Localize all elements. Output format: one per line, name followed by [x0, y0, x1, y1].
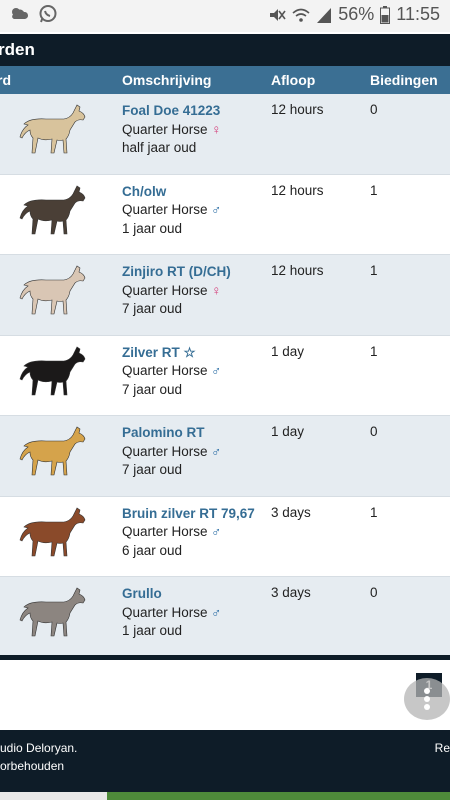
horse-breed: Quarter Horse [122, 202, 208, 217]
auction-table: Foal Doe 41223 Quarter Horse ♀ half jaar… [0, 94, 450, 658]
bid-count: 1 [370, 263, 378, 278]
whatsapp-icon [38, 4, 58, 24]
bid-count: 0 [370, 102, 378, 117]
bottom-image-strip [0, 792, 450, 800]
table-footer-bar [0, 655, 450, 660]
table-row[interactable]: Bruin zilver RT 79,67 Quarter Horse ♂ 6 … [0, 496, 450, 577]
bid-count: 1 [370, 343, 378, 359]
bid-count: 0 [370, 424, 378, 439]
footer-rights: orbehouden [0, 759, 65, 773]
horse-name-link[interactable]: Palomino RT [122, 424, 221, 443]
footer-right-text: Re [434, 741, 450, 755]
horse-name-link[interactable]: Ch/olw [122, 183, 221, 202]
horse-age: 6 jaar oud [122, 542, 183, 558]
male-icon: ♂ [211, 363, 222, 378]
header-horse[interactable]: rd [0, 72, 11, 88]
expiry-time: 1 day [271, 424, 305, 439]
horse-name-link[interactable]: Zinjiro RT (D/CH) [122, 263, 231, 282]
expiry-time: 12 hours [271, 263, 324, 278]
expiry-time: 1 day [271, 343, 305, 359]
mute-icon [268, 6, 286, 24]
horse-thumbnail[interactable] [6, 263, 90, 327]
expiry-time: 12 hours [271, 102, 324, 117]
header-bids[interactable]: Biedingen [370, 72, 438, 88]
horse-name-link[interactable]: Zilver RT ☆ [122, 344, 221, 363]
table-row[interactable]: Palomino RT Quarter Horse ♂ 7 jaar oud 1… [0, 416, 450, 497]
horse-thumbnail[interactable] [6, 183, 90, 247]
horse-thumbnail[interactable] [6, 505, 90, 569]
page-title: rden [0, 40, 35, 59]
horse-age: 7 jaar oud [122, 381, 183, 397]
wifi-icon [292, 6, 310, 24]
battery-icon [380, 5, 391, 24]
horse-breed: Quarter Horse [122, 282, 208, 298]
horse-name-link[interactable]: Bruin zilver RT 79,67 [122, 505, 255, 524]
horse-age: 1 jaar oud [122, 220, 183, 236]
table-row[interactable]: Ch/olw Quarter Horse ♂ 1 jaar oud 12 hou… [0, 174, 450, 255]
male-icon: ♂ [211, 604, 222, 620]
table-row[interactable]: Zinjiro RT (D/CH) Quarter Horse ♀ 7 jaar… [0, 255, 450, 336]
male-icon: ♂ [211, 524, 222, 539]
page-footer: udio Deloryan. orbehouden Re [0, 730, 450, 792]
horse-thumbnail[interactable] [6, 344, 90, 408]
more-options-icon[interactable] [404, 678, 450, 720]
page-title-bar: rden [0, 34, 450, 66]
horse-age: 1 jaar oud [122, 623, 183, 638]
clock: 11:55 [396, 4, 440, 24]
horse-name-link[interactable]: Foal Doe 41223 [122, 102, 221, 121]
bid-count: 1 [370, 504, 378, 520]
table-header: rd Omschrijving Afloop Biedingen [0, 66, 450, 94]
footer-copyright: udio Deloryan. [0, 741, 78, 755]
female-icon: ♀ [211, 282, 222, 298]
header-expiry[interactable]: Afloop [271, 72, 315, 88]
horse-name-link[interactable]: Grullo [122, 585, 221, 604]
expiry-time: 12 hours [271, 182, 324, 198]
expiry-time: 3 days [271, 585, 311, 600]
male-icon: ♂ [211, 202, 222, 217]
horse-age: 7 jaar oud [122, 462, 183, 477]
status-bar: 56% 11:55 [0, 0, 450, 32]
table-row[interactable]: Grullo Quarter Horse ♂ 1 jaar oud 3 days… [0, 577, 450, 658]
expiry-time: 3 days [271, 504, 311, 520]
horse-breed: Quarter Horse [122, 604, 208, 620]
horse-breed: Quarter Horse [122, 121, 208, 137]
weather-icon [8, 4, 30, 24]
female-icon: ♀ [211, 121, 222, 137]
table-row[interactable]: Zilver RT ☆ Quarter Horse ♂ 7 jaar oud 1… [0, 335, 450, 416]
battery-percent: 56% [338, 4, 375, 24]
header-description[interactable]: Omschrijving [122, 72, 211, 88]
horse-thumbnail[interactable] [6, 585, 90, 649]
horse-age: half jaar oud [122, 140, 197, 155]
horse-breed: Quarter Horse [122, 363, 208, 378]
horse-thumbnail[interactable] [6, 102, 90, 166]
horse-breed: Quarter Horse [122, 524, 208, 539]
horse-thumbnail[interactable] [6, 424, 90, 488]
horse-age: 7 jaar oud [122, 301, 183, 316]
table-row[interactable]: Foal Doe 41223 Quarter Horse ♀ half jaar… [0, 94, 450, 175]
male-icon: ♂ [211, 443, 222, 459]
bid-count: 1 [370, 182, 378, 198]
bid-count: 0 [370, 585, 378, 600]
signal-icon [316, 6, 332, 24]
horse-breed: Quarter Horse [122, 443, 208, 459]
